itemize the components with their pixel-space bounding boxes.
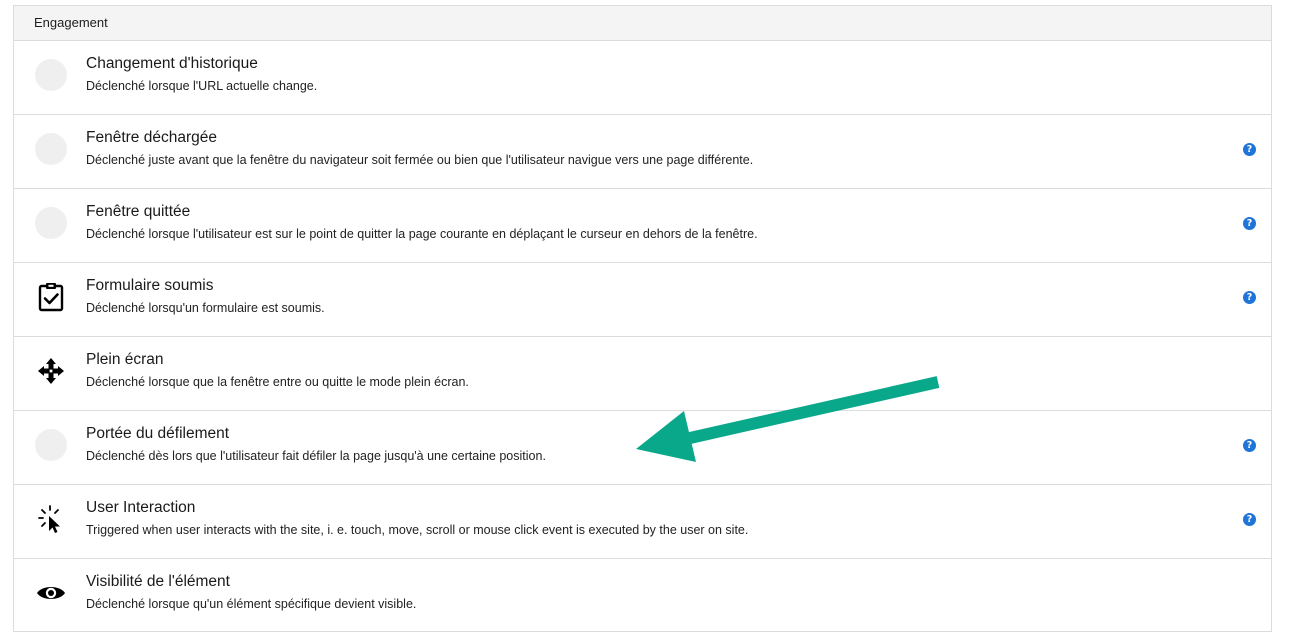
- placeholder-icon: [35, 133, 67, 165]
- trigger-description: Déclenché lorsque que la fenêtre entre o…: [86, 375, 469, 389]
- move-arrows-icon: [35, 355, 67, 387]
- placeholder-icon: [35, 59, 67, 91]
- trigger-title: Fenêtre quittée: [86, 203, 191, 220]
- placeholder-icon: [35, 429, 67, 461]
- trigger-description: Déclenché lorsque qu'un élément spécifiq…: [86, 597, 417, 611]
- trigger-item-fullscreen[interactable]: Plein écran Déclenché lorsque que la fen…: [14, 337, 1271, 411]
- help-icon[interactable]: ?: [1243, 513, 1256, 526]
- trigger-item-form-submit[interactable]: Formulaire soumis Déclenché lorsqu'un fo…: [14, 263, 1271, 337]
- placeholder-icon: [35, 207, 67, 239]
- trigger-item-element-visibility[interactable]: Visibilité de l'élément Déclenché lorsqu…: [14, 559, 1271, 633]
- help-icon[interactable]: ?: [1243, 217, 1256, 230]
- trigger-item-history-change[interactable]: Changement d'historique Déclenché lorsqu…: [14, 41, 1271, 115]
- trigger-item-scroll-depth[interactable]: Portée du défilement Déclenché dès lors …: [14, 411, 1271, 485]
- trigger-title: User Interaction: [86, 499, 196, 516]
- trigger-title: Fenêtre déchargée: [86, 129, 217, 146]
- clipboard-check-icon: [35, 281, 67, 313]
- help-icon[interactable]: ?: [1243, 291, 1256, 304]
- engagement-panel: Engagement Changement d'historique Décle…: [13, 5, 1272, 632]
- trigger-description: Triggered when user interacts with the s…: [86, 523, 749, 537]
- trigger-item-window-leave[interactable]: Fenêtre quittée Déclenché lorsque l'util…: [14, 189, 1271, 263]
- trigger-description: Déclenché lorsqu'un formulaire est soumi…: [86, 301, 325, 315]
- trigger-description: Déclenché dès lors que l'utilisateur fai…: [86, 449, 546, 463]
- trigger-title: Changement d'historique: [86, 55, 258, 72]
- cursor-click-icon: [35, 503, 67, 535]
- eye-icon: [35, 577, 67, 609]
- trigger-item-window-unload[interactable]: Fenêtre déchargée Déclenché juste avant …: [14, 115, 1271, 189]
- help-icon[interactable]: ?: [1243, 439, 1256, 452]
- trigger-title: Plein écran: [86, 351, 164, 368]
- trigger-description: Déclenché lorsque l'utilisateur est sur …: [86, 227, 758, 241]
- trigger-title: Visibilité de l'élément: [86, 573, 230, 590]
- trigger-title: Portée du défilement: [86, 425, 230, 442]
- section-header: Engagement: [14, 6, 1271, 41]
- trigger-description: Déclenché juste avant que la fenêtre du …: [86, 153, 754, 167]
- trigger-item-user-interaction[interactable]: User Interaction Triggered when user int…: [14, 485, 1271, 559]
- trigger-title: Formulaire soumis: [86, 277, 214, 294]
- trigger-description: Déclenché lorsque l'URL actuelle change.: [86, 79, 318, 93]
- help-icon[interactable]: ?: [1243, 143, 1256, 156]
